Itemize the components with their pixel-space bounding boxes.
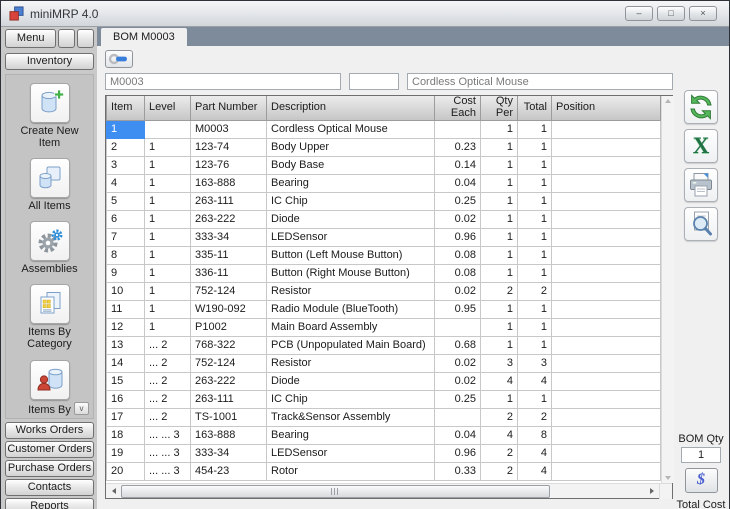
sidebar-item-items-by[interactable]: Items By v (8, 360, 91, 416)
table-row[interactable]: 20 ... ... 3 454-23 Rotor 0.33 2 4 (107, 462, 661, 480)
dollar-icon: $ (697, 471, 705, 488)
scroll-right-icon (650, 488, 654, 494)
maximize-button[interactable]: □ (657, 6, 685, 21)
app-icon (9, 6, 24, 21)
table-row[interactable]: 17 ... 2 TS-1001 Track&Sensor Assembly 2… (107, 408, 661, 426)
table-row[interactable]: 8 1 335-11 Button (Left Mouse Button) 0.… (107, 246, 661, 264)
wrench-icon (108, 53, 130, 65)
table-row[interactable]: 5 1 263-111 IC Chip 0.25 1 1 (107, 192, 661, 210)
sidebar-sections: Works Orders Customer Orders Purchase Or… (5, 422, 94, 509)
print-button[interactable] (684, 168, 718, 202)
edit-item-button[interactable] (105, 50, 133, 68)
grip-icon (331, 488, 339, 495)
all-items-icon (36, 164, 64, 192)
sidebar: Menu Inventory Create New Item (1, 27, 97, 509)
sidebar-item-items-by-category[interactable]: Items By Category (8, 284, 91, 356)
sidebar-item-all-items[interactable]: All Items (8, 158, 91, 218)
table-row[interactable]: 18 ... ... 3 163-888 Bearing 0.04 4 8 (107, 426, 661, 444)
scrollbar-corner (659, 484, 672, 499)
table-row[interactable]: 9 1 336-11 Button (Right Mouse Button) 0… (107, 264, 661, 282)
items-by-icon (36, 366, 64, 394)
table-row[interactable]: 4 1 163-888 Bearing 0.04 1 1 (107, 174, 661, 192)
minimize-button[interactable]: – (625, 6, 653, 21)
bom-grid: Item Level Part Number Description Cost … (105, 95, 673, 499)
preview-button[interactable] (684, 207, 718, 241)
right-panel: X (673, 46, 729, 509)
total-cost-label: Total Cost (677, 499, 726, 509)
chevron-down-icon: v (80, 404, 84, 413)
calculate-cost-button[interactable]: $ (685, 468, 718, 493)
col-header-part-number[interactable]: Part Number (191, 96, 267, 120)
table-row[interactable]: 3 1 123-76 Body Base 0.14 1 1 (107, 156, 661, 174)
create-new-item-icon (36, 89, 64, 117)
bom-table: Item Level Part Number Description Cost … (106, 96, 661, 481)
table-header-row: Item Level Part Number Description Cost … (107, 96, 661, 120)
close-button[interactable]: × (689, 6, 717, 21)
scroll-down-icon[interactable] (665, 476, 671, 480)
hscroll-thumb[interactable] (121, 485, 550, 498)
table-row[interactable]: 12 1 P1002 Main Board Assembly 1 1 (107, 318, 661, 336)
menu-button[interactable]: Menu (5, 29, 56, 48)
col-header-item[interactable]: Item (107, 96, 145, 120)
scroll-left-button[interactable] (106, 484, 121, 499)
inventory-panel: Create New Item All Items (5, 74, 94, 419)
bom-qty-label: BOM Qty (678, 433, 723, 445)
excel-icon: X (693, 133, 710, 159)
col-header-description[interactable]: Description (267, 96, 435, 120)
table-row[interactable]: 6 1 263-222 Diode 0.02 1 1 (107, 210, 661, 228)
table-row[interactable]: 11 1 W190-092 Radio Module (BlueTooth) 0… (107, 300, 661, 318)
sidebar-section-works-orders[interactable]: Works Orders (5, 422, 94, 439)
table-row[interactable]: 14 ... 2 752-124 Resistor 0.02 3 3 (107, 354, 661, 372)
main-area: BOM M0003 (97, 27, 729, 509)
table-row[interactable]: 15 ... 2 263-222 Diode 0.02 4 4 (107, 372, 661, 390)
title-bar: miniMRP 4.0 – □ × (1, 1, 729, 27)
sidebar-item-assemblies[interactable]: Assemblies (8, 221, 91, 281)
description-input[interactable] (407, 73, 673, 90)
table-row[interactable]: 1 M0003 Cordless Optical Mouse 1 1 (107, 120, 661, 138)
refresh-button[interactable] (684, 90, 718, 124)
sidebar-section-purchase-orders[interactable]: Purchase Orders (5, 460, 94, 477)
sidebar-item-create-new-item[interactable]: Create New Item (8, 83, 91, 155)
scroll-left-icon (112, 488, 116, 494)
minimize-icon: – (636, 8, 641, 18)
menu-extra-button-1[interactable] (58, 29, 75, 48)
sidebar-section-inventory[interactable]: Inventory (5, 53, 94, 70)
sidebar-section-reports[interactable]: Reports (5, 498, 94, 509)
table-row[interactable]: 19 ... ... 3 333-34 LEDSensor 0.96 2 4 (107, 444, 661, 462)
search-document-icon (687, 210, 715, 238)
part-number-input[interactable] (105, 73, 341, 90)
items-by-dropdown-button[interactable]: v (74, 402, 89, 415)
maximize-icon: □ (668, 8, 673, 18)
tab-strip: BOM M0003 (97, 27, 729, 46)
app-window: miniMRP 4.0 – □ × Menu Inventory (0, 0, 730, 509)
refresh-icon (687, 93, 715, 121)
menu-extra-button-2[interactable] (77, 29, 94, 48)
bom-table-body: 1 M0003 Cordless Optical Mouse 1 1 (107, 120, 661, 480)
scroll-right-button[interactable] (644, 484, 659, 499)
assemblies-icon (36, 227, 64, 255)
scroll-up-icon[interactable] (665, 99, 671, 103)
items-by-category-icon (36, 290, 64, 318)
tab-bom-m0003[interactable]: BOM M0003 (101, 28, 187, 46)
close-icon: × (700, 8, 705, 18)
revision-input[interactable] (349, 73, 399, 90)
col-header-level[interactable]: Level (145, 96, 191, 120)
table-row[interactable]: 16 ... 2 263-111 IC Chip 0.25 1 1 (107, 390, 661, 408)
col-header-qty-per[interactable]: Qty Per (481, 96, 518, 120)
col-header-cost-each[interactable]: Cost Each (435, 96, 481, 120)
printer-icon (687, 171, 715, 199)
col-header-total[interactable]: Total (518, 96, 552, 120)
table-row[interactable]: 7 1 333-34 LEDSensor 0.96 1 1 (107, 228, 661, 246)
table-row[interactable]: 13 ... 2 768-322 PCB (Unpopulated Main B… (107, 336, 661, 354)
horizontal-scrollbar[interactable] (106, 483, 672, 498)
table-row[interactable]: 2 1 123-74 Body Upper 0.23 1 1 (107, 138, 661, 156)
sidebar-section-customer-orders[interactable]: Customer Orders (5, 441, 94, 458)
export-excel-button[interactable]: X (684, 129, 718, 163)
window-title: miniMRP 4.0 (30, 7, 625, 21)
col-header-position[interactable]: Position (552, 96, 661, 120)
table-row[interactable]: 10 1 752-124 Resistor 0.02 2 2 (107, 282, 661, 300)
bom-qty-input[interactable] (681, 447, 721, 463)
sidebar-section-contacts[interactable]: Contacts (5, 479, 94, 496)
